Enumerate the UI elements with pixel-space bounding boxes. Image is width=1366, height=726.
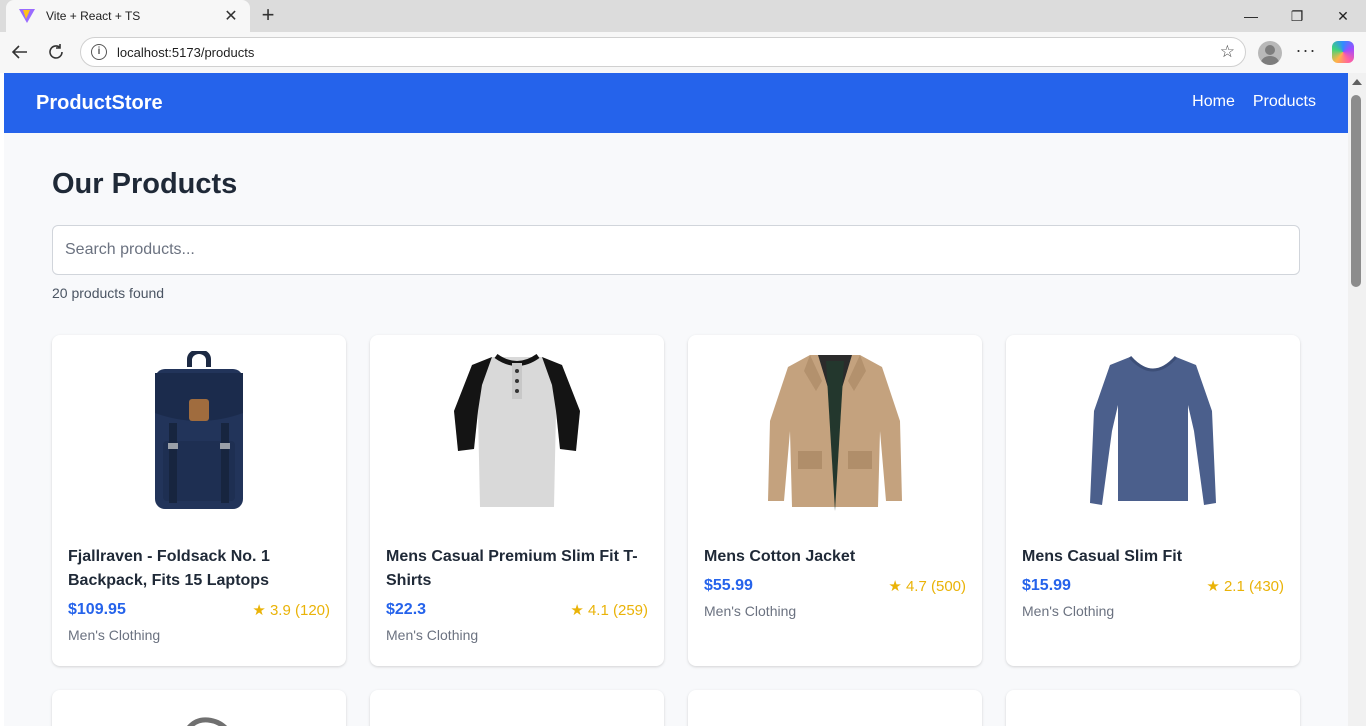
nav-links: Home Products <box>1192 93 1316 111</box>
product-card[interactable]: Fjallraven - Foldsack No. 1 Backpack, Fi… <box>52 335 346 666</box>
page-viewport: ProductStore Home Products Our Products … <box>4 73 1348 726</box>
product-name[interactable]: Fjallraven - Foldsack No. 1 Backpack, Fi… <box>68 545 330 593</box>
restore-icon[interactable]: ❐ <box>1274 0 1320 32</box>
long-sleeve-shirt-icon <box>1090 355 1216 505</box>
nav-link-products[interactable]: Products <box>1253 93 1316 111</box>
scroll-up-icon[interactable] <box>1352 79 1362 85</box>
product-card[interactable] <box>688 690 982 726</box>
scroll-thumb[interactable] <box>1351 95 1361 287</box>
product-image <box>68 351 330 511</box>
brand-logo[interactable]: ProductStore <box>36 92 163 115</box>
product-image <box>1022 351 1284 511</box>
product-price: $109.95 <box>68 601 126 618</box>
page-title: Our Products <box>52 168 238 200</box>
product-grid: Fjallraven - Foldsack No. 1 Backpack, Fi… <box>52 335 1300 726</box>
bracelet-icon <box>187 717 228 726</box>
product-rating: ★ 3.9 (120) <box>252 602 330 619</box>
profile-avatar[interactable] <box>1258 41 1282 65</box>
ring-icon <box>386 706 648 726</box>
back-icon[interactable] <box>6 38 34 66</box>
browser-tab-bar: Vite + React + TS ✕ + — ❐ ✕ <box>0 0 1366 32</box>
jacket-icon <box>768 355 902 511</box>
product-card[interactable] <box>1006 690 1300 726</box>
more-menu-icon[interactable]: ··· <box>1294 38 1318 66</box>
product-meta: $109.95 ★ 3.9 (120) <box>68 601 330 619</box>
product-name[interactable]: Mens Casual Slim Fit <box>1022 545 1284 569</box>
address-bar[interactable]: i localhost:5173/products ☆ <box>80 37 1246 67</box>
vite-logo-icon <box>19 9 35 23</box>
product-meta: $55.99 ★ 4.7 (500) <box>704 577 966 595</box>
site-info-icon[interactable]: i <box>91 44 107 60</box>
tab-close-icon[interactable]: ✕ <box>222 6 240 26</box>
product-price: $15.99 <box>1022 577 1071 594</box>
product-rating: ★ 4.1 (259) <box>570 602 648 619</box>
product-name[interactable]: Mens Cotton Jacket <box>704 545 966 569</box>
product-category: Men's Clothing <box>704 603 797 619</box>
product-card[interactable]: Mens Casual Premium Slim Fit T-Shirts $2… <box>370 335 664 666</box>
reload-icon[interactable] <box>42 38 70 66</box>
product-category: Men's Clothing <box>68 627 161 643</box>
nav-link-home[interactable]: Home <box>1192 93 1235 111</box>
product-card[interactable]: Mens Casual Slim Fit $15.99 ★ 2.1 (430) … <box>1006 335 1300 666</box>
product-card[interactable] <box>52 690 346 726</box>
henley-shirt-icon <box>454 353 580 507</box>
product-category: Men's Clothing <box>386 627 479 643</box>
favorite-star-icon[interactable]: ☆ <box>1220 42 1235 62</box>
earrings-icon <box>1022 706 1284 726</box>
new-tab-icon[interactable]: + <box>256 4 280 28</box>
product-card[interactable] <box>370 690 664 726</box>
site-navbar: ProductStore Home Products <box>4 73 1348 133</box>
copilot-icon[interactable] <box>1332 41 1354 63</box>
browser-tab[interactable]: Vite + React + TS ✕ <box>6 0 250 32</box>
product-price: $22.3 <box>386 601 427 618</box>
search-input[interactable] <box>52 225 1300 275</box>
product-image <box>386 351 648 511</box>
page-scrollbar[interactable] <box>1348 73 1366 726</box>
product-image <box>704 351 966 511</box>
product-meta: $22.3 ★ 4.1 (259) <box>386 601 648 619</box>
close-window-icon[interactable]: ✕ <box>1320 0 1366 32</box>
minimize-icon[interactable]: — <box>1228 0 1274 32</box>
product-rating: ★ 2.1 (430) <box>1206 578 1284 595</box>
browser-toolbar: i localhost:5173/products ☆ ··· <box>0 32 1366 73</box>
url-text: localhost:5173/products <box>117 44 255 60</box>
product-category: Men's Clothing <box>1022 603 1115 619</box>
product-card[interactable]: Mens Cotton Jacket $55.99 ★ 4.7 (500) Me… <box>688 335 982 666</box>
product-rating: ★ 4.7 (500) <box>888 578 966 595</box>
ring-icon <box>704 706 966 726</box>
product-meta: $15.99 ★ 2.1 (430) <box>1022 577 1284 595</box>
results-count: 20 products found <box>52 285 165 301</box>
product-price: $55.99 <box>704 577 753 594</box>
tab-title: Vite + React + TS <box>46 9 141 23</box>
product-name[interactable]: Mens Casual Premium Slim Fit T-Shirts <box>386 545 648 593</box>
backpack-icon <box>155 351 243 509</box>
